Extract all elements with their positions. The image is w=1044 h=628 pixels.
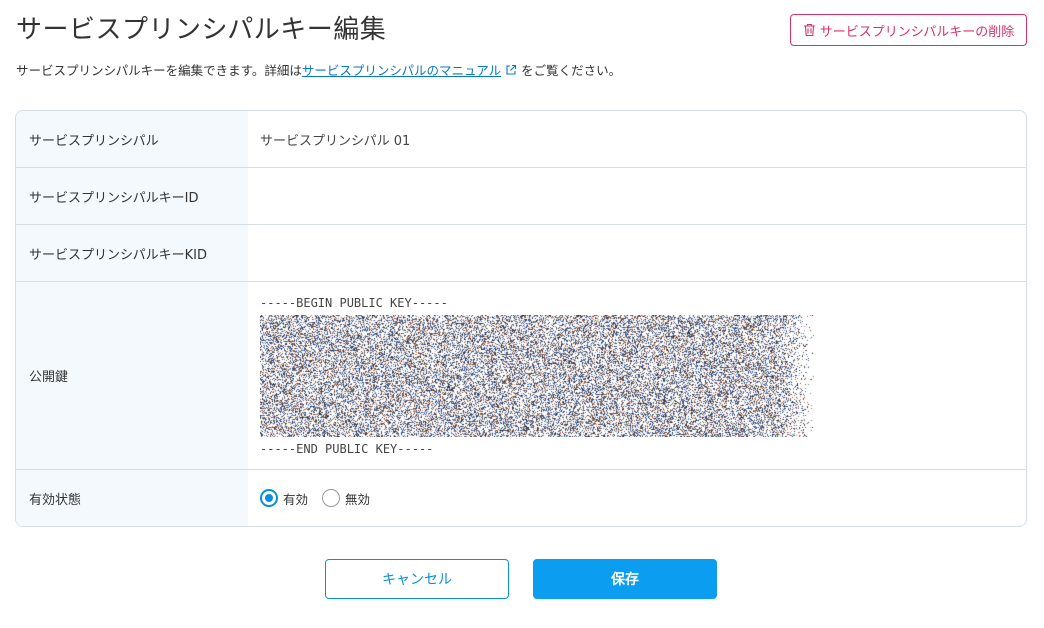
- status-radio-group: 有効 無効: [260, 489, 370, 508]
- status-value: 有効 無効: [248, 470, 1026, 526]
- page-title: サービスプリンシパルキー編集: [16, 15, 387, 45]
- trash-icon: [803, 23, 815, 37]
- form-row-key-id: サービスプリンシパルキーID: [16, 168, 1026, 225]
- cancel-button[interactable]: キャンセル: [325, 559, 509, 599]
- public-key-begin: -----BEGIN PUBLIC KEY-----: [260, 295, 448, 310]
- description-suffix: をご覧ください。: [521, 63, 622, 78]
- status-radio-disabled[interactable]: 無効: [322, 489, 370, 508]
- service-principal-label: サービスプリンシパル: [16, 111, 248, 167]
- delete-key-button[interactable]: サービスプリンシパルキーの削除: [790, 14, 1027, 46]
- manual-link[interactable]: サービスプリンシパルのマニュアル: [302, 60, 501, 79]
- description-prefix: サービスプリンシパルキーを編集できます。詳細は: [16, 63, 302, 78]
- save-button[interactable]: 保存: [533, 559, 717, 599]
- key-id-label: サービスプリンシパルキーID: [16, 168, 248, 224]
- delete-key-label: サービスプリンシパルキーの削除: [819, 24, 1015, 40]
- page-description: サービスプリンシパルキーを編集できます。詳細は サービスプリンシパルのマニュアル…: [16, 60, 621, 79]
- public-key-value: -----BEGIN PUBLIC KEY----- -----END PUBL…: [248, 282, 1026, 469]
- key-kid-label: サービスプリンシパルキーKID: [16, 225, 248, 281]
- form-row-key-kid: サービスプリンシパルキーKID: [16, 225, 1026, 282]
- radio-checked-icon[interactable]: [260, 489, 278, 507]
- radio-unchecked-icon[interactable]: [322, 489, 341, 507]
- key-form-table: サービスプリンシパル サービスプリンシパル 01 サービスプリンシパルキーID …: [15, 110, 1027, 527]
- form-row-status: 有効状態 有効 無効: [16, 470, 1026, 526]
- status-radio-enabled[interactable]: 有効: [260, 489, 308, 508]
- external-link-icon[interactable]: [505, 64, 517, 76]
- form-row-public-key: 公開鍵 -----BEGIN PUBLIC KEY----- -----END …: [16, 282, 1026, 470]
- public-key-end: -----END PUBLIC KEY-----: [260, 441, 434, 456]
- status-disabled-label: 無効: [345, 491, 371, 507]
- public-key-redacted-body: [260, 314, 814, 437]
- key-kid-value: [248, 225, 1026, 281]
- status-enabled-label: 有効: [283, 491, 309, 507]
- key-id-value: [248, 168, 1026, 224]
- status-label: 有効状態: [16, 470, 248, 526]
- form-row-service-principal: サービスプリンシパル サービスプリンシパル 01: [16, 111, 1026, 168]
- public-key-label: 公開鍵: [16, 282, 248, 469]
- service-principal-value: サービスプリンシパル 01: [260, 133, 411, 149]
